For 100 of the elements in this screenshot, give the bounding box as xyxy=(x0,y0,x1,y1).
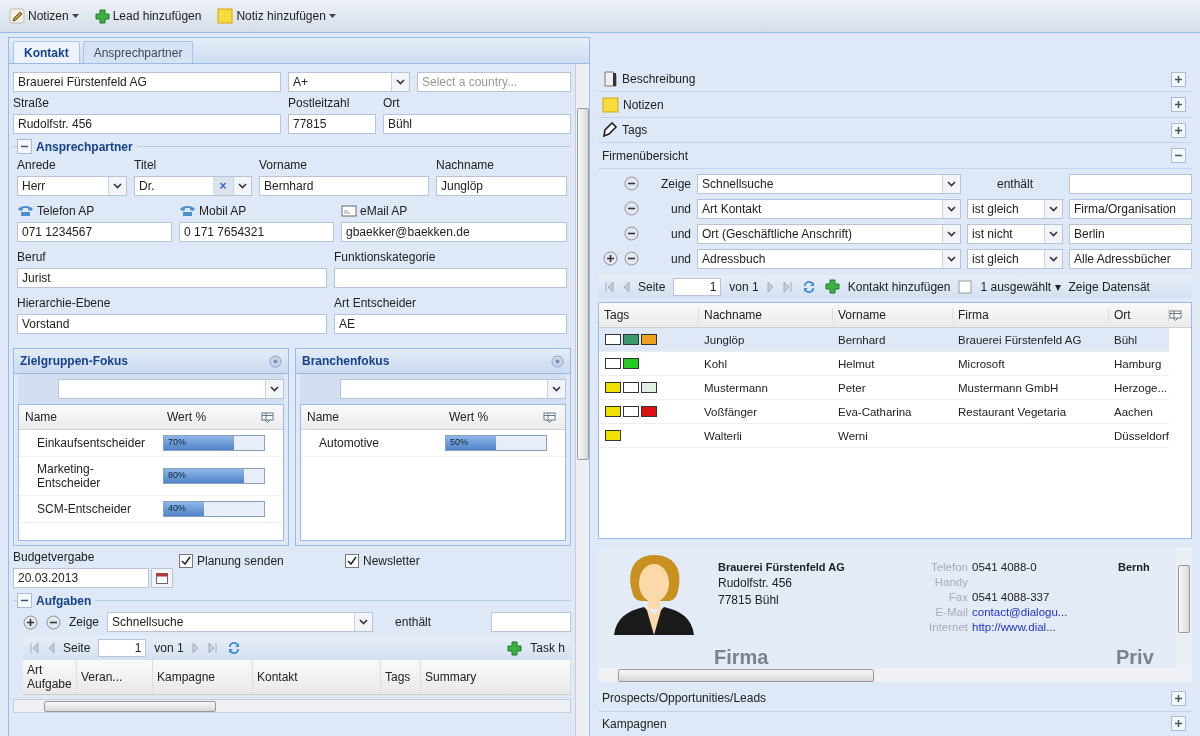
select-field[interactable]: Schnellsuche xyxy=(107,612,374,632)
text-field[interactable]: Junglöp xyxy=(436,176,567,196)
column-menu-icon[interactable] xyxy=(1169,309,1182,321)
expand-button[interactable] xyxy=(1171,97,1186,113)
collapse-button[interactable] xyxy=(17,139,32,154)
link[interactable]: http://www.dial... xyxy=(972,621,1056,634)
column-header[interactable]: Wert % xyxy=(443,410,543,424)
scrollbar[interactable] xyxy=(13,699,571,713)
country-select[interactable]: Select a country... xyxy=(417,72,571,92)
value-field[interactable]: Berlin xyxy=(1069,223,1192,244)
company-name-field[interactable]: Brauerei Fürstenfeld AG xyxy=(13,72,281,92)
select-field[interactable]: Adressbuch xyxy=(697,248,961,269)
column-menu-icon[interactable] xyxy=(261,411,274,423)
select-field[interactable] xyxy=(340,379,566,399)
add-icon[interactable] xyxy=(23,614,38,630)
select-field[interactable]: Dr. × xyxy=(134,176,252,196)
scrollbar[interactable] xyxy=(598,668,1192,683)
select-field[interactable]: Ort (Geschäftliche Anschrift) xyxy=(697,223,961,244)
text-field[interactable]: 77815 xyxy=(288,114,376,134)
clear-button[interactable]: × xyxy=(213,177,233,195)
remove-icon[interactable] xyxy=(624,226,639,242)
column-header[interactable]: Vorname xyxy=(833,308,953,323)
column-menu-icon[interactable] xyxy=(543,411,556,423)
section-title[interactable]: Kampagnen xyxy=(602,716,1167,731)
calendar-icon[interactable] xyxy=(151,568,173,588)
section-title[interactable]: Beschreibung xyxy=(622,72,1167,87)
table-row[interactable]: Voßfänger Eva-Catharina Restaurant Vegetaria Aachen xyxy=(599,400,1169,425)
text-field[interactable] xyxy=(491,612,571,632)
text-field[interactable]: 0 171 7654321 xyxy=(179,222,334,242)
settings-icon[interactable] xyxy=(269,354,282,368)
tab[interactable]: Kontakt xyxy=(13,41,80,63)
text-field[interactable]: 071 1234567 xyxy=(17,222,172,242)
toolbar-button[interactable]: Notizen xyxy=(6,6,82,26)
table-row[interactable]: Walterli Werni Düsseldorf xyxy=(599,424,1169,449)
toolbar-button[interactable]: Lead hinzufügen xyxy=(91,6,205,26)
plus-icon xyxy=(824,279,840,295)
date-field[interactable]: 20.03.2013 xyxy=(13,568,149,588)
tab[interactable]: Ansprechpartner xyxy=(82,41,194,63)
remove-icon[interactable] xyxy=(624,251,639,267)
text-field[interactable] xyxy=(334,268,567,288)
column-header[interactable]: Kampagne xyxy=(153,660,253,694)
expand-button[interactable] xyxy=(1171,690,1186,706)
value-field[interactable]: Alle Adressbücher xyxy=(1069,248,1192,269)
section-title[interactable]: Prospects/Opportunities/Leads xyxy=(602,691,1167,706)
table-cell: Automotive xyxy=(319,436,380,450)
expand-button[interactable] xyxy=(1171,122,1186,138)
operator-select[interactable]: ist nicht xyxy=(967,223,1063,244)
rating-select[interactable]: A+ xyxy=(288,72,410,92)
select-field[interactable]: Schnellsuche xyxy=(697,173,961,194)
table-row[interactable]: Kohl Helmut Microsoft Hamburg xyxy=(599,352,1169,377)
selection-dropdown[interactable]: 1 ausgewählt ▾ xyxy=(980,279,1061,294)
expand-button[interactable] xyxy=(1171,716,1186,732)
column-header[interactable]: Tags xyxy=(599,308,699,323)
scrollbar[interactable] xyxy=(575,64,589,736)
remove-icon[interactable] xyxy=(624,176,639,192)
add-contact-button[interactable]: Kontakt hinzufügen xyxy=(847,279,951,294)
operator-select[interactable]: ist gleich xyxy=(967,198,1063,219)
select-field[interactable] xyxy=(58,379,284,399)
text-field[interactable]: gbaekker@baekken.de xyxy=(341,222,567,242)
column-header[interactable]: Kontakt xyxy=(253,660,381,694)
text-field[interactable]: Vorstand xyxy=(17,314,327,334)
text-field[interactable]: Rudolfstr. 456 xyxy=(13,114,281,134)
column-header[interactable]: Nachname xyxy=(699,308,833,323)
settings-icon[interactable] xyxy=(551,354,564,368)
operator-select[interactable]: ist gleich xyxy=(967,248,1063,269)
column-header[interactable]: Summary xyxy=(421,660,571,694)
page-field[interactable]: 1 xyxy=(98,639,147,657)
column-header[interactable]: Veran... xyxy=(77,660,153,694)
select-field[interactable]: Herr xyxy=(17,176,127,196)
column-header[interactable]: Firma xyxy=(953,308,1109,323)
section-title[interactable]: Tags xyxy=(622,123,1167,138)
column-header[interactable]: Tags xyxy=(381,660,421,694)
remove-icon[interactable] xyxy=(624,201,639,217)
select-field[interactable]: Art Kontakt xyxy=(697,198,961,219)
value-field[interactable] xyxy=(1069,173,1192,194)
section-title[interactable]: Notizen xyxy=(623,97,1167,112)
text-field[interactable]: Jurist xyxy=(17,268,327,288)
link[interactable]: contact@dialogu... xyxy=(972,606,1068,619)
add-icon[interactable] xyxy=(603,251,618,267)
column-header[interactable]: Wert % xyxy=(161,410,261,424)
remove-icon[interactable] xyxy=(46,614,61,630)
column-header[interactable]: Name xyxy=(301,410,443,424)
collapse-button[interactable] xyxy=(17,593,32,608)
text-field[interactable]: Bernhard xyxy=(259,176,429,196)
table-row[interactable]: Mustermann Peter Mustermann GmbH Herzoge... xyxy=(599,376,1169,401)
collapse-button[interactable] xyxy=(1171,148,1186,164)
page-field[interactable]: 1 xyxy=(673,277,722,296)
section-title[interactable]: Firmenübersicht xyxy=(602,148,1167,163)
checkbox[interactable] xyxy=(345,554,359,568)
table-row[interactable]: Junglöp Bernhard Brauerei Fürstenfeld AG Bühl xyxy=(599,328,1169,353)
checkbox[interactable] xyxy=(179,554,193,568)
column-header[interactable]: Name xyxy=(19,410,161,424)
add-task-button[interactable]: Task h xyxy=(530,641,565,655)
column-header[interactable]: Art Aufgabe xyxy=(23,660,77,694)
expand-button[interactable] xyxy=(1171,71,1186,87)
text-field[interactable]: AE xyxy=(334,314,567,334)
value-field[interactable]: Firma/Organisation xyxy=(1069,198,1192,219)
toolbar-button[interactable]: Notiz hinzufügen xyxy=(214,6,339,26)
text-field[interactable]: Bühl xyxy=(383,114,571,134)
scrollbar[interactable] xyxy=(1176,547,1192,669)
